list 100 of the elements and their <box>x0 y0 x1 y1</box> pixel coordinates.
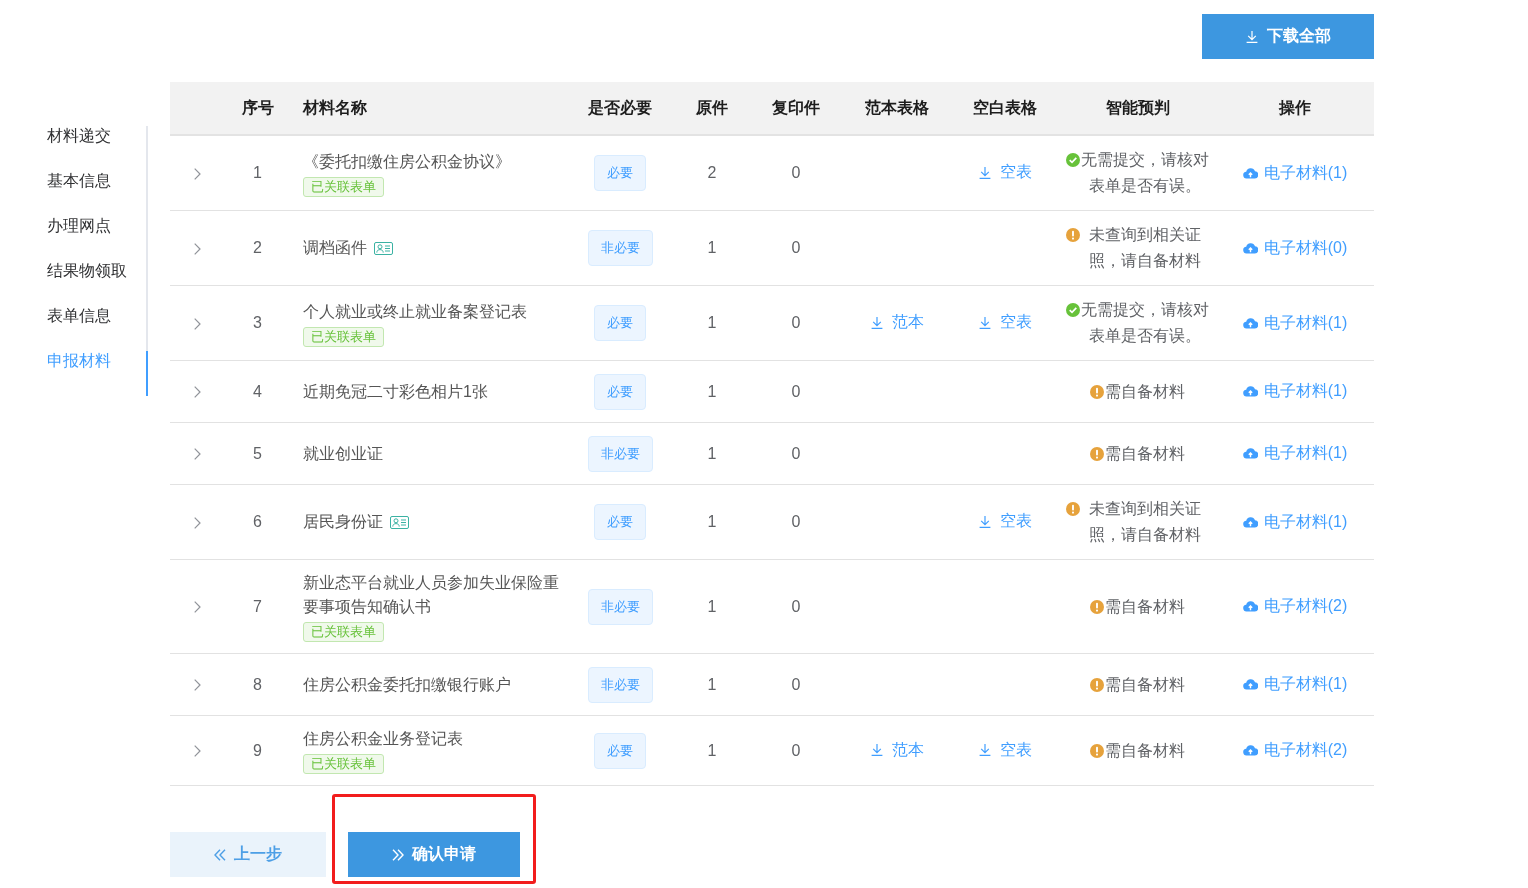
original-count: 1 <box>707 382 717 400</box>
electronic-materials-link[interactable]: 电子材料(1) <box>1242 309 1348 336</box>
material-name: 就业创业证 <box>303 443 383 464</box>
chevron-right-icon[interactable] <box>194 167 201 180</box>
electronic-materials-link[interactable]: 电子材料(0) <box>1242 234 1348 261</box>
blank-form-download-link[interactable]: 空表 <box>978 309 1032 336</box>
electronic-materials-link[interactable]: 电子材料(1) <box>1242 378 1348 404</box>
cloud-upload-icon <box>1242 316 1258 329</box>
material-name: 调档函件 <box>303 238 367 258</box>
cloud-upload-icon <box>1242 744 1258 756</box>
copy-count: 0 <box>791 513 801 530</box>
row-number: 3 <box>253 314 262 331</box>
chevron-right-icon[interactable] <box>194 448 201 461</box>
warning-icon <box>1090 743 1104 758</box>
original-count: 1 <box>707 444 717 462</box>
sidebar-item[interactable]: 表单信息 <box>0 306 148 351</box>
double-chevron-left-icon <box>214 848 226 861</box>
row-number: 2 <box>253 239 262 256</box>
blank-form-download-link[interactable]: 空表 <box>978 508 1032 535</box>
necessity-tag: 必要 <box>594 305 646 341</box>
blank-form-download-link[interactable]: 空表 <box>978 159 1032 186</box>
material-name: 《委托扣缴住房公积金协议》 <box>303 151 511 172</box>
copy-count: 0 <box>791 382 801 400</box>
electronic-materials-link[interactable]: 电子材料(2) <box>1242 737 1348 763</box>
sample-download-link[interactable]: 范本 <box>870 309 924 336</box>
copy-count: 0 <box>791 239 801 256</box>
cloud-upload-icon <box>1242 447 1258 459</box>
row-number: 6 <box>253 513 262 530</box>
sidebar-item[interactable]: 基本信息 <box>0 171 148 216</box>
download-icon <box>870 315 883 329</box>
chevron-right-icon[interactable] <box>194 242 201 255</box>
chevron-right-icon[interactable] <box>194 745 201 758</box>
warning-icon <box>1090 677 1104 692</box>
warning-icon <box>1066 502 1080 516</box>
electronic-materials-link[interactable]: 电子材料(2) <box>1242 593 1348 619</box>
cloud-upload-icon <box>1242 600 1258 612</box>
linked-form-tag: 已关联表单 <box>303 754 384 774</box>
original-count: 1 <box>707 675 717 693</box>
confirm-button[interactable]: 确认申请 <box>348 832 520 877</box>
warning-icon <box>1066 228 1080 242</box>
linked-form-tag: 已关联表单 <box>303 622 384 642</box>
material-name: 近期免冠二寸彩色相片1张 <box>303 381 488 402</box>
cloud-upload-icon <box>1242 515 1258 528</box>
linked-form-tag: 已关联表单 <box>303 176 384 197</box>
material-name: 住房公积金委托扣缴银行账户 <box>303 674 511 695</box>
download-icon <box>1245 30 1258 43</box>
prediction-text: 需自备材料 <box>1105 740 1185 761</box>
chevron-right-icon[interactable] <box>194 386 201 399</box>
sample-download-link[interactable]: 范本 <box>870 736 924 763</box>
electronic-materials-link[interactable]: 电子材料(1) <box>1242 159 1348 186</box>
row-number: 9 <box>253 741 262 759</box>
chevron-right-icon[interactable] <box>194 601 201 614</box>
electronic-materials-link[interactable]: 电子材料(1) <box>1242 440 1348 466</box>
row-number: 7 <box>253 597 262 615</box>
electronic-materials-link[interactable]: 电子材料(1) <box>1242 508 1348 535</box>
original-count: 2 <box>707 164 717 181</box>
download-icon <box>978 165 991 179</box>
check-circle-icon <box>1066 303 1080 317</box>
chevron-right-icon[interactable] <box>194 516 201 529</box>
necessity-tag: 非必要 <box>587 435 653 472</box>
prediction-text: 无需提交，请核对表单是否有误。 <box>1081 300 1209 346</box>
prediction-text: 需自备材料 <box>1105 674 1185 695</box>
download-icon <box>978 514 991 528</box>
row-number: 8 <box>253 675 262 693</box>
material-name: 住房公积金业务登记表 <box>303 729 463 749</box>
original-count: 1 <box>707 597 717 615</box>
sidebar-item[interactable]: 办理网点 <box>0 216 148 261</box>
download-icon <box>978 743 991 757</box>
download-all-button[interactable]: 下载全部 <box>1202 14 1374 59</box>
cloud-upload-icon <box>1242 385 1258 397</box>
row-number: 1 <box>253 164 262 181</box>
material-name: 个人就业或终止就业备案登记表 <box>303 301 527 322</box>
blank-form-download-link[interactable]: 空表 <box>978 736 1032 763</box>
row-number: 5 <box>253 444 262 462</box>
check-circle-icon <box>1066 153 1080 167</box>
cloud-upload-icon <box>1242 166 1258 179</box>
material-name: 新业态平台就业人员参加失业保险重要事项告知确认书 <box>303 573 560 617</box>
necessity-tag: 必要 <box>594 732 646 769</box>
prediction-text: 需自备材料 <box>1105 596 1185 617</box>
original-count: 1 <box>707 239 717 256</box>
previous-step-button[interactable]: 上一步 <box>170 832 326 877</box>
copy-count: 0 <box>791 741 801 759</box>
prediction-text: 需自备材料 <box>1105 443 1185 464</box>
prediction-text: 需自备材料 <box>1105 381 1185 402</box>
chevron-right-icon[interactable] <box>194 679 201 692</box>
copy-count: 0 <box>791 597 801 615</box>
copy-count: 0 <box>791 314 801 331</box>
download-icon <box>870 743 883 757</box>
download-icon <box>978 315 991 329</box>
sidebar-item[interactable]: 结果物领取 <box>0 261 148 306</box>
sidebar-item[interactable]: 材料递交 <box>0 126 148 171</box>
necessity-tag: 必要 <box>594 504 646 540</box>
electronic-materials-link[interactable]: 电子材料(1) <box>1242 671 1348 697</box>
original-count: 1 <box>707 314 717 331</box>
copy-count: 0 <box>791 675 801 693</box>
double-chevron-right-icon <box>392 848 404 861</box>
sidebar-item[interactable]: 申报材料 <box>0 351 148 396</box>
chevron-right-icon[interactable] <box>194 317 201 330</box>
warning-icon <box>1090 384 1104 399</box>
original-count: 1 <box>707 741 717 759</box>
